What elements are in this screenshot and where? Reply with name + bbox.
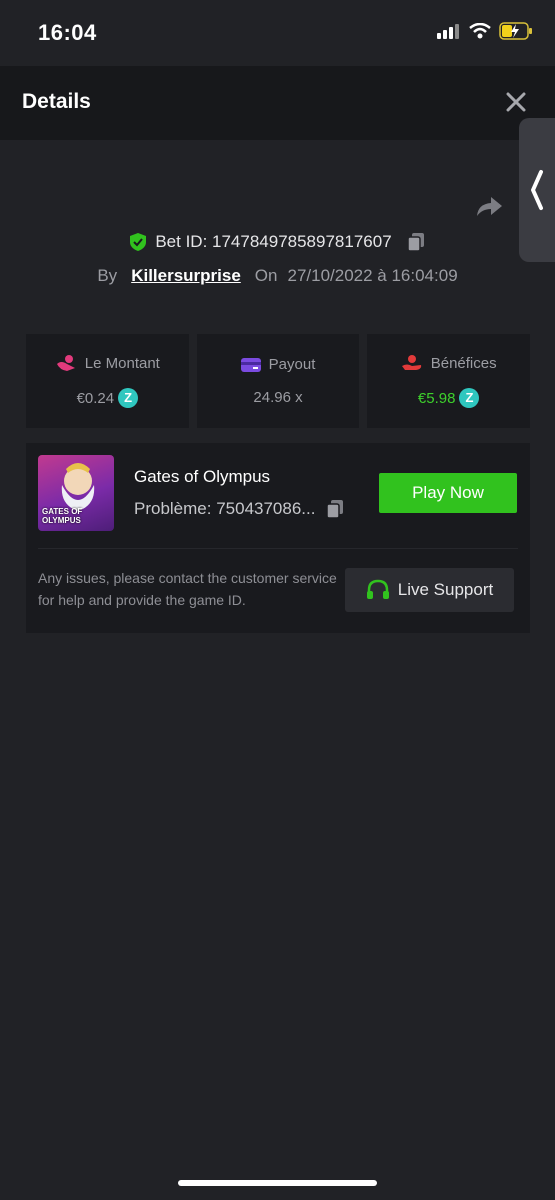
stat-amount-label: Le Montant — [84, 354, 160, 372]
bet-amount-icon — [56, 355, 75, 371]
on-label: On — [254, 266, 278, 285]
bet-id-row: Bet ID: 1747849785897817607 — [0, 232, 555, 252]
stat-profit: Bénéfices €5.98 — [367, 334, 531, 428]
status-time: 16:04 — [38, 20, 97, 45]
username-link[interactable]: Killersurprise — [131, 266, 241, 286]
copy-icon[interactable] — [406, 232, 426, 252]
live-support-button[interactable]: Live Support — [345, 568, 514, 612]
copy-icon[interactable] — [325, 499, 345, 519]
bet-stats: Le Montant €0.24 Payout 24.96 x Bénéfice… — [26, 334, 531, 428]
profit-hand-icon — [401, 355, 421, 370]
support-notice: Any issues, please contact the customer … — [38, 570, 337, 608]
game-thumbnail[interactable]: GATES OF OLYMPUS — [38, 455, 114, 531]
home-indicator[interactable] — [178, 1180, 377, 1186]
status-bar: 16:04 — [0, 0, 555, 66]
signal-icon — [437, 24, 459, 39]
live-support-label: Live Support — [397, 580, 494, 599]
share-icon[interactable] — [474, 192, 504, 220]
stat-payout-value: 24.96 x — [253, 389, 303, 406]
stat-payout-label: Payout — [268, 356, 316, 373]
stat-amount-value: €0.24 — [76, 389, 115, 407]
currency-coin-icon — [118, 388, 139, 408]
game-card: GATES OF OLYMPUS Gates of Olympus Problè… — [26, 443, 530, 633]
headset-icon — [366, 579, 389, 599]
status-icons — [437, 22, 533, 40]
bet-byline: By Killersurprise On 27/10/2022 à 16:04:… — [0, 266, 555, 286]
close-icon[interactable] — [503, 89, 529, 115]
game-thumb-title: GATES OF OLYMPUS — [42, 507, 83, 525]
verified-shield-icon — [130, 233, 147, 251]
divider — [38, 548, 518, 549]
card-icon — [240, 357, 261, 372]
problem-text: Problème: 750437086... — [134, 499, 316, 518]
stat-profit-value: €5.98 — [417, 389, 456, 407]
bet-datetime: 27/10/2022 à 16:04:09 — [287, 266, 458, 285]
play-now-button[interactable]: Play Now — [379, 473, 517, 513]
game-problem-id: Problème: 750437086... — [134, 499, 345, 519]
page-title: Details — [22, 90, 91, 113]
by-label: By — [97, 266, 118, 285]
stat-payout: Payout 24.96 x — [196, 334, 360, 428]
battery-charging-icon — [499, 22, 532, 40]
currency-coin-icon — [459, 388, 480, 408]
bet-id-text: Bet ID: 1747849785897817607 — [155, 232, 392, 251]
stat-profit-label: Bénéfices — [430, 354, 497, 372]
game-name: Gates of Olympus — [134, 467, 271, 486]
details-header: Details — [0, 66, 555, 140]
stat-amount: Le Montant €0.24 — [26, 334, 189, 428]
wifi-icon — [469, 23, 491, 39]
